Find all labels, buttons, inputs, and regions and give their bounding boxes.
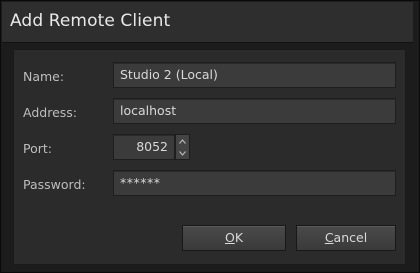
dialog-title: Add Remote Client bbox=[10, 11, 171, 31]
name-field[interactable]: Studio 2 (Local) bbox=[113, 62, 396, 88]
cancel-label-rest: ancel bbox=[333, 230, 368, 245]
port-field[interactable]: 8052 bbox=[113, 134, 175, 160]
ok-mnemonic: O bbox=[224, 230, 235, 245]
add-remote-client-dialog: Add Remote Client Name: Studio 2 (Local)… bbox=[0, 0, 420, 273]
address-label: Address: bbox=[23, 105, 77, 120]
form-panel: Name: Studio 2 (Local) Address: localhos… bbox=[13, 49, 406, 265]
password-label: Password: bbox=[23, 177, 86, 192]
port-label: Port: bbox=[23, 141, 52, 156]
port-spinner bbox=[175, 134, 190, 160]
cancel-mnemonic: C bbox=[324, 230, 334, 245]
spin-down-button[interactable] bbox=[176, 147, 189, 159]
cancel-button[interactable]: Cancel bbox=[296, 225, 396, 251]
ok-button[interactable]: OK bbox=[182, 225, 286, 251]
chevron-up-icon bbox=[179, 138, 186, 144]
address-field[interactable]: localhost bbox=[113, 98, 396, 124]
ok-label-rest: K bbox=[234, 230, 244, 245]
name-label: Name: bbox=[23, 69, 65, 84]
chevron-down-icon bbox=[179, 150, 186, 156]
title-bar[interactable]: Add Remote Client bbox=[2, 2, 413, 43]
password-field[interactable]: ****** bbox=[113, 170, 396, 196]
